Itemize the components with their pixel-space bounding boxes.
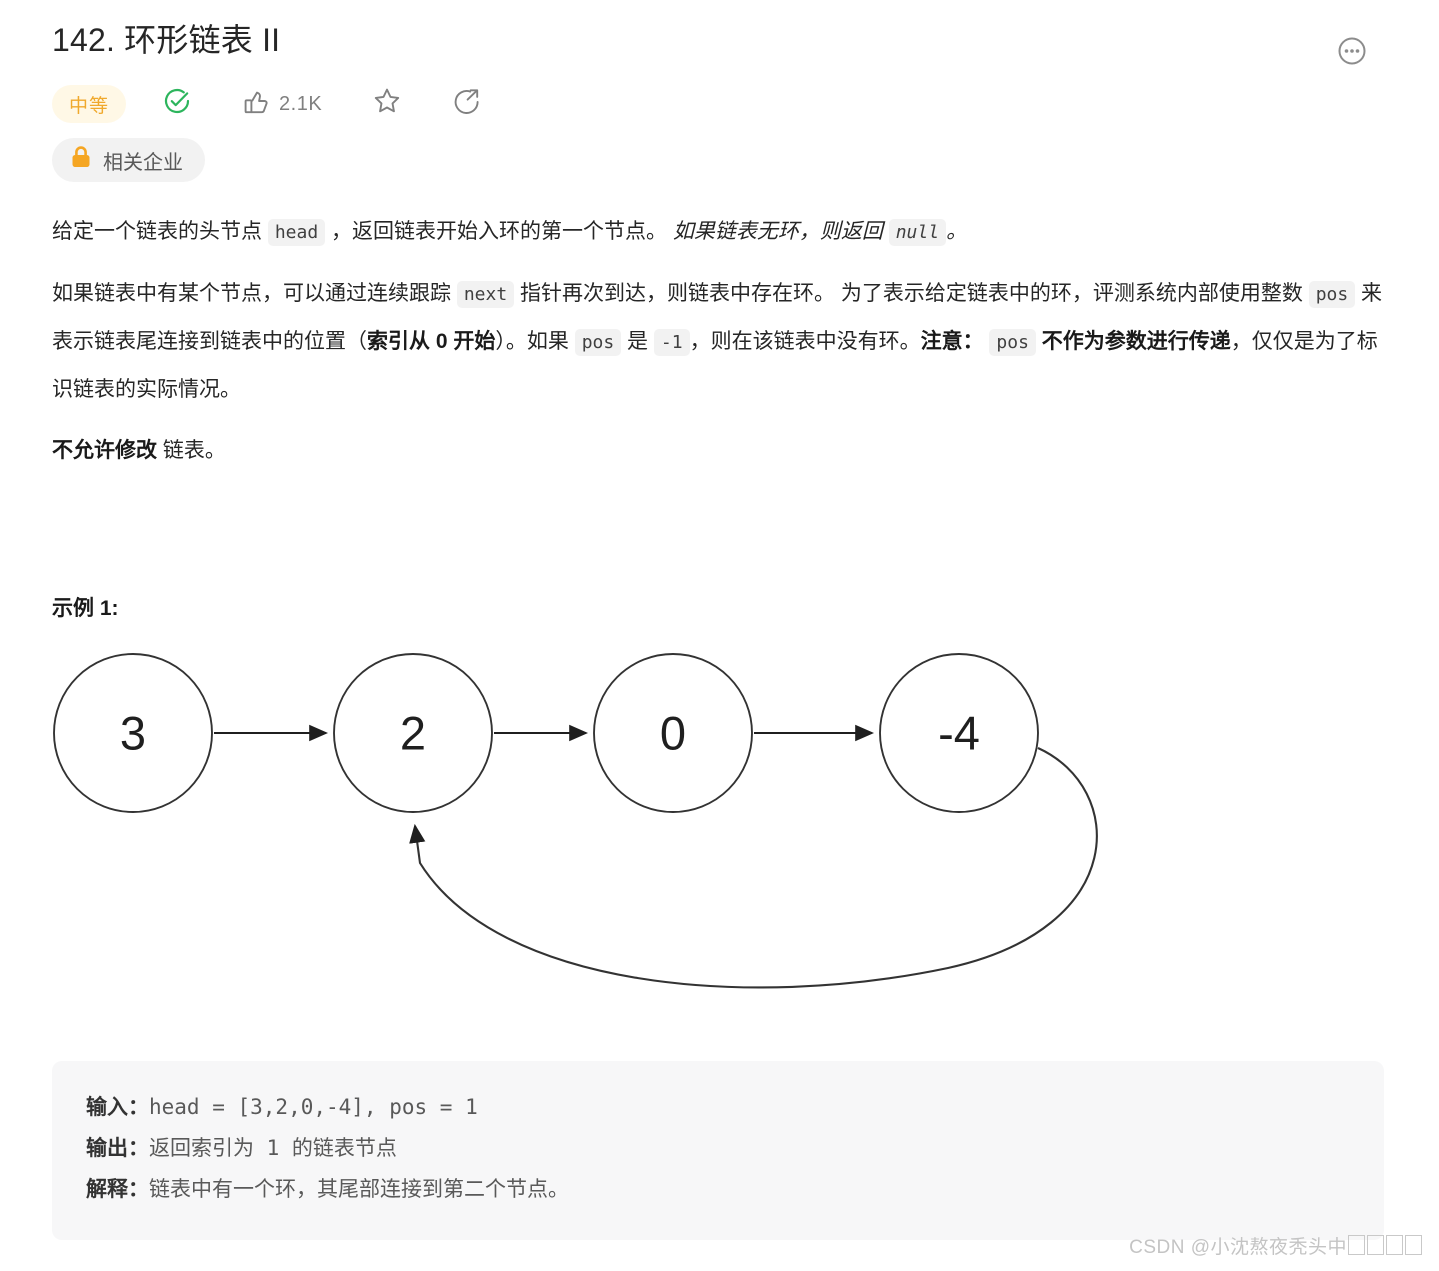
diagram-node-3: 3 — [53, 653, 213, 813]
difficulty-badge[interactable]: 中等 — [52, 85, 127, 123]
p2-bold-not-param: 不作为参数进行传递 — [1035, 330, 1231, 353]
diagram-node-2: 2 — [333, 653, 493, 813]
meta-row: 中等 2.1K — [52, 84, 1387, 124]
code-minus-one: -1 — [653, 329, 690, 356]
code-next: next — [456, 281, 515, 308]
like-count: 2.1K — [279, 92, 323, 115]
ellipsis-circle-icon[interactable] — [1337, 36, 1367, 66]
tofu-glyph-2 — [1367, 1235, 1384, 1255]
p1-em-text-1: 如果链表无环，则返回 — [672, 220, 889, 243]
diagram-node-minus4: -4 — [879, 653, 1039, 813]
lock-icon — [70, 145, 92, 175]
example-output-line: 输出：返回索引为 1 的链表节点 — [86, 1128, 1350, 1169]
tofu-glyph-1 — [1348, 1235, 1365, 1255]
diagram-node-label-2: 0 — [660, 707, 686, 760]
tofu-glyph-4 — [1405, 1235, 1422, 1255]
linked-list-cycle-diagram: 3 2 0 -4 — [48, 638, 1387, 1043]
example-explain-line: 解释：链表中有一个环，其尾部连接到第二个节点。 — [86, 1169, 1350, 1210]
related-companies-button[interactable]: 相关企业 — [52, 138, 205, 182]
description-paragraph-3: 不允许修改 链表。 — [52, 427, 1387, 474]
p2-text-1: 如果链表中有某个节点，可以通过连续跟踪 — [52, 282, 457, 305]
page-title: 142. 环形链表 II — [52, 22, 281, 58]
p2-text-6: ，则在该链表中没有环。 — [689, 330, 921, 353]
diagram-node-0: 0 — [593, 653, 753, 813]
csdn-watermark: CSDN @小沈熬夜秃头中 — [1129, 1232, 1423, 1259]
title-row: 142. 环形链表 II — [52, 0, 1387, 66]
example-input-value: head = [3,2,0,-4], pos = 1 — [149, 1095, 478, 1119]
code-pos-1: pos — [1308, 281, 1356, 308]
p1-em-text-2: 。 — [946, 220, 968, 243]
example-input-line: 输入：head = [3,2,0,-4], pos = 1 — [86, 1087, 1350, 1128]
related-companies-label: 相关企业 — [103, 151, 183, 174]
example-io-block: 输入：head = [3,2,0,-4], pos = 1 输出：返回索引为 1… — [52, 1061, 1384, 1240]
star-icon — [372, 86, 402, 122]
problem-description: 给定一个链表的头节点 head ，返回链表开始入环的第一个节点。 如果链表无环，… — [52, 208, 1387, 1240]
code-head: head — [267, 219, 326, 246]
description-paragraph-1: 给定一个链表的头节点 head ，返回链表开始入环的第一个节点。 如果链表无环，… — [52, 208, 1387, 256]
p1-emphasis: 如果链表无环，则返回 null。 — [672, 219, 968, 246]
share-icon — [452, 86, 482, 122]
description-paragraph-2: 如果链表中有某个节点，可以通过连续跟踪 next 指针再次到达，则链表中存在环。… — [52, 270, 1387, 413]
p3-bold-no-modify: 不允许修改 — [52, 439, 157, 462]
p2-bold-note: 注意： — [920, 330, 984, 353]
p1-text-1: 给定一个链表的头节点 — [52, 220, 268, 243]
problem-page: 142. 环形链表 II 中等 2.1K 相关企业 给定一个链表的头节点 hea… — [0, 0, 1439, 1271]
p3-text-1: 链表。 — [157, 439, 226, 462]
example-input-label: 输入： — [86, 1096, 149, 1119]
code-null: null — [888, 219, 947, 246]
p1-text-2: ，返回链表开始入环的第一个节点。 — [325, 220, 673, 243]
code-pos-3: pos — [989, 329, 1036, 356]
p2-text-4: ）。如果 — [495, 330, 575, 353]
thumbs-up-icon — [242, 87, 270, 121]
example-output-label: 输出： — [86, 1137, 149, 1160]
p2-text-5: 是 — [621, 330, 654, 353]
diagram-node-label-0: 3 — [120, 707, 146, 760]
p2-text-2: 指针再次到达，则链表中存在环。 为了表示给定链表中的环，评测系统内部使用整数 — [514, 282, 1309, 305]
example-explain-label: 解释： — [86, 1178, 149, 1201]
solved-status-button[interactable] — [148, 84, 206, 124]
diagram-node-label-3: -4 — [938, 707, 980, 760]
check-circle-icon — [162, 86, 192, 122]
company-row: 相关企业 — [52, 138, 1387, 182]
example-explain-value: 链表中有一个环，其尾部连接到第二个节点。 — [149, 1177, 569, 1201]
favorite-button[interactable] — [358, 84, 416, 124]
p2-bold-index: 索引从 0 开始 — [367, 330, 496, 353]
watermark-text: CSDN @小沈熬夜秃头中 — [1129, 1237, 1347, 1258]
tofu-glyph-3 — [1386, 1235, 1403, 1255]
example-heading: 示例 1: — [52, 597, 119, 620]
diagram-node-label-1: 2 — [400, 707, 426, 760]
share-button[interactable] — [438, 84, 496, 124]
code-pos-2: pos — [574, 329, 622, 356]
like-button[interactable]: 2.1K — [228, 84, 336, 124]
example-output-value: 返回索引为 1 的链表节点 — [149, 1136, 397, 1160]
